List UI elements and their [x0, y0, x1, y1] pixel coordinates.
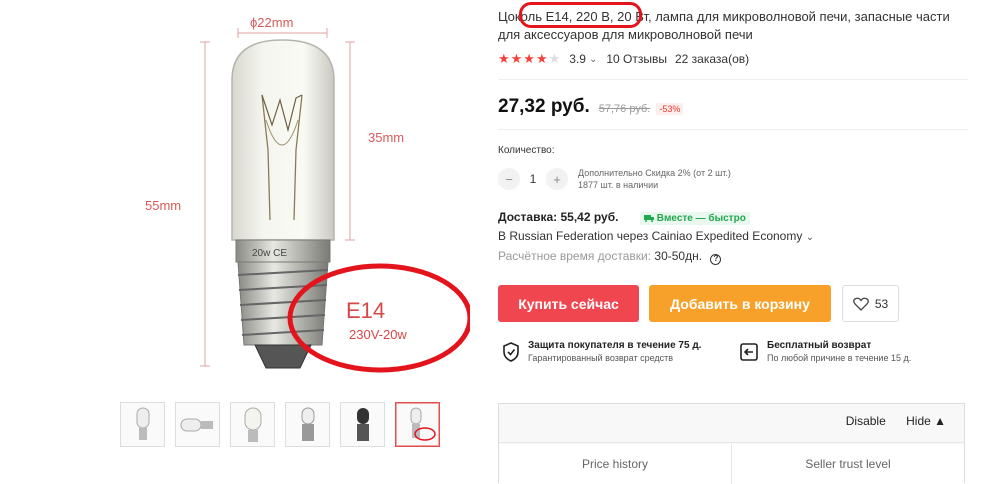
- thumbnail-strip: [120, 402, 440, 447]
- title-annotation-mark: [519, 2, 642, 28]
- product-main-image[interactable]: ϕ22mm 35mm 55mm 20w CE E14 230V-20w: [110, 0, 470, 395]
- delivery-row: Доставка: 55,42 руб. Вместе — быстро: [498, 210, 750, 225]
- extension-panel-header: Disable Hide ▲: [846, 414, 946, 428]
- chevron-down-icon[interactable]: ⌄: [589, 54, 597, 65]
- disable-button[interactable]: Disable: [846, 414, 886, 428]
- eta-label: Расчётное время доставки:: [498, 249, 652, 263]
- fast-delivery-badge: Вместе — быстро: [639, 212, 750, 225]
- current-price: 27,32 руб.: [498, 96, 590, 117]
- thumbnail-6[interactable]: [395, 402, 440, 447]
- add-to-cart-button[interactable]: Добавить в корзину: [649, 285, 831, 322]
- thumbnail-2[interactable]: [175, 402, 220, 447]
- divider: [498, 79, 968, 80]
- shipping-route[interactable]: В Russian Federation через Cainiao Exped…: [498, 229, 802, 243]
- old-price: 57,76 руб.: [598, 103, 651, 115]
- delivery-eta: Расчётное время доставки: 30-50дн. ?: [498, 249, 722, 265]
- rating-score[interactable]: 3.9: [569, 52, 586, 66]
- shield-check-icon: [503, 342, 519, 362]
- spec-label: 230V-20w: [349, 327, 407, 342]
- quantity-plus-button[interactable]: +: [546, 168, 568, 190]
- quantity-value[interactable]: 1: [520, 172, 546, 186]
- heart-icon: [852, 297, 869, 311]
- thumbnail-5[interactable]: [340, 402, 385, 447]
- divider: [498, 129, 968, 130]
- fast-delivery-label: Вместе — быстро: [656, 213, 746, 224]
- diameter-label: ϕ22mm: [250, 15, 293, 30]
- free-return[interactable]: Бесплатный возврат По любой причине в те…: [739, 339, 976, 365]
- buy-now-button[interactable]: Купить сейчас: [498, 285, 639, 322]
- guarantees: Защита покупателя в течение 75 д. Гарант…: [502, 339, 976, 365]
- buyer-protection-title: Защита покупателя в течение 75 д.: [528, 340, 702, 351]
- thumbnail-1[interactable]: [120, 402, 165, 447]
- stock-note: 1877 шт. в наличии: [578, 180, 659, 190]
- free-return-subtitle: По любой причине в течение 15 д.: [767, 353, 912, 363]
- quantity-label: Количество:: [498, 145, 555, 156]
- truck-icon: [643, 215, 654, 222]
- extension-panel: Disable Hide ▲ Price history Seller trus…: [498, 403, 965, 484]
- hide-button[interactable]: Hide ▲: [906, 414, 946, 428]
- action-buttons: Купить сейчас Добавить в корзину 53: [498, 285, 899, 322]
- orders-count: 22 заказа(ов): [675, 52, 750, 66]
- total-height-label: 55mm: [145, 198, 181, 213]
- extension-panel-tabs: Price history Seller trust level: [499, 444, 964, 484]
- chevron-down-icon[interactable]: ⌄: [806, 232, 814, 243]
- discount-badge: -53%: [656, 103, 684, 115]
- rating-stars: ★★★★★: [498, 51, 562, 66]
- help-icon[interactable]: ?: [710, 254, 722, 265]
- divider: [499, 442, 964, 443]
- eta-value: 30-50дн.: [654, 249, 703, 263]
- wishlist-button[interactable]: 53: [842, 285, 899, 322]
- reviews-link[interactable]: 10 Отзывы: [606, 52, 667, 66]
- quantity-minus-button[interactable]: −: [498, 168, 520, 190]
- quantity-note: Дополнительно Скидка 2% (от 2 шт.) 1877 …: [578, 167, 731, 191]
- buyer-protection[interactable]: Защита покупателя в течение 75 д. Гарант…: [502, 339, 739, 365]
- thumbnail-4[interactable]: [285, 402, 330, 447]
- bulk-discount-note: Дополнительно Скидка 2% (от 2 шт.): [578, 168, 731, 178]
- thumbnail-3[interactable]: [230, 402, 275, 447]
- tab-seller-trust-level[interactable]: Seller trust level: [732, 444, 964, 484]
- free-return-title: Бесплатный возврат: [767, 340, 872, 351]
- rating-row: ★★★★★ 3.9 ⌄ 10 Отзывы 22 заказа(ов): [498, 51, 749, 67]
- product-gallery: ϕ22mm 35mm 55mm 20w CE E14 230V-20w: [0, 0, 470, 475]
- return-box-icon: [740, 343, 758, 361]
- tab-price-history[interactable]: Price history: [499, 444, 732, 484]
- buyer-protection-subtitle: Гарантированный возврат средств: [528, 353, 674, 363]
- delivery-cost: Доставка: 55,42 руб.: [498, 210, 619, 224]
- shipping-method[interactable]: В Russian Federation через Cainiao Exped…: [498, 229, 814, 243]
- quantity-stepper: − 1 + Дополнительно Скидка 2% (от 2 шт.)…: [498, 167, 731, 191]
- wishlist-count: 53: [874, 296, 889, 311]
- base-type-label: E14: [346, 298, 385, 323]
- bulb-height-label: 35mm: [368, 130, 404, 145]
- price-row: 27,32 руб. 57,76 руб. -53%: [498, 96, 684, 118]
- svg-text:20w CE: 20w CE: [252, 248, 287, 259]
